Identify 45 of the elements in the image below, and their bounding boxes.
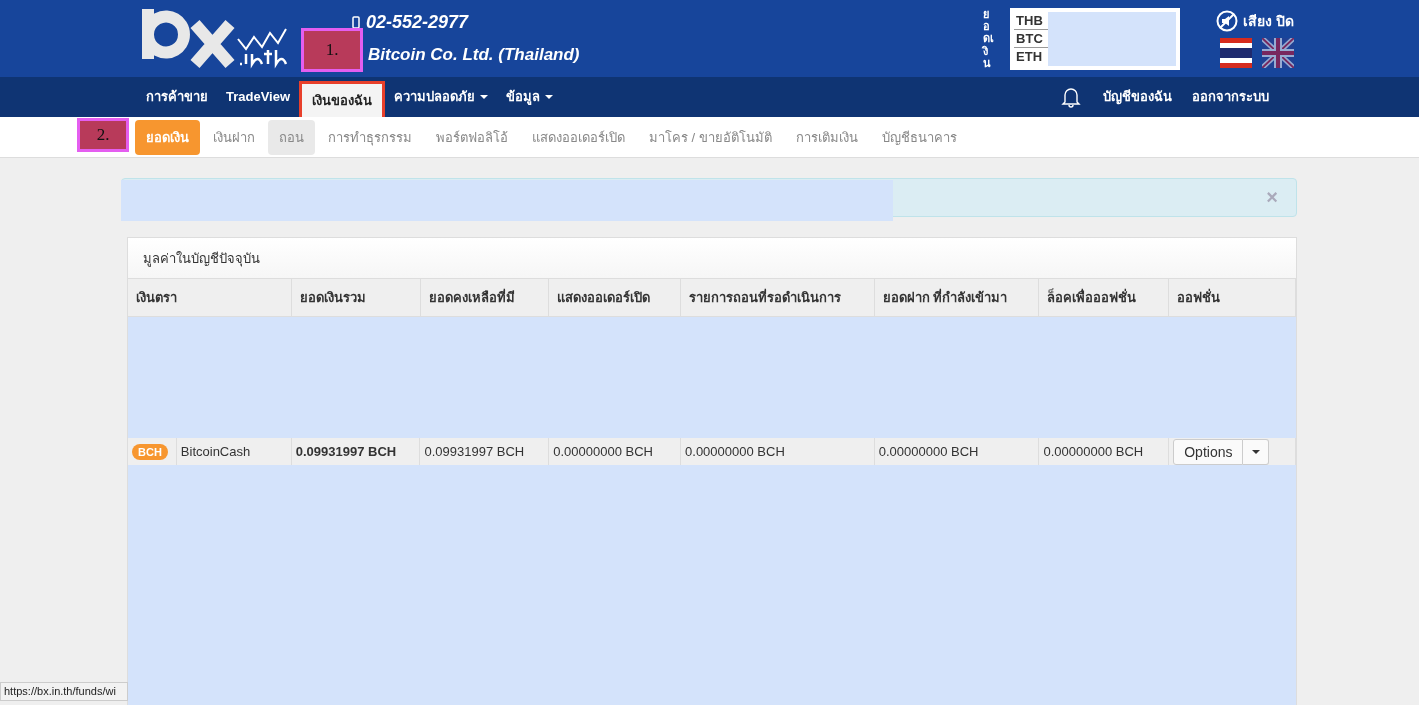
subnav-pill[interactable]: การเติมเงิน (784, 119, 869, 155)
column-header: ออฟชั่น (1169, 279, 1296, 316)
thai-flag-icon[interactable] (1220, 37, 1252, 68)
column-header: ยอดคงเหลือที่มี (420, 279, 550, 316)
sound-toggle[interactable]: เสียง ปิด (1216, 9, 1294, 32)
nav-tab[interactable]: ความปลอดภัย (385, 77, 498, 117)
annotation-marker: 1. (301, 28, 363, 72)
subnav-pill[interactable]: บัญชีธนาคาร (870, 119, 968, 155)
nav-tab[interactable]: การค้าขาย (137, 77, 217, 117)
nav-link[interactable]: บัญชีของฉัน (1093, 77, 1182, 117)
caret-icon (480, 95, 489, 99)
balance-label: ยอดเงิน (983, 8, 995, 69)
caret-icon (1251, 449, 1260, 454)
subnav-pill[interactable]: แสดงออเดอร์เปิด (521, 119, 636, 155)
status-bar-url: https://bx.in.th/funds/wi (0, 682, 128, 701)
column-header: แสดงออเดอร์เปิด (549, 279, 682, 316)
dropdown-toggle[interactable] (1243, 438, 1270, 465)
phone-number: 02-552-2977 (366, 12, 469, 33)
uk-flag-icon[interactable] (1262, 37, 1294, 68)
nav-tab[interactable]: เงินของฉัน (299, 81, 386, 117)
panel-title: มูลค่าในบัญชีปัจจุบัน (143, 249, 260, 269)
column-header: ยอดฝาก ที่กำลังเข้ามา (874, 279, 1040, 316)
caret-icon (545, 95, 554, 99)
currency-badge: BCH (132, 443, 168, 460)
company-name: Bitcoin Co. Ltd. (Thailand) (367, 45, 580, 65)
close-button[interactable]: × (1266, 186, 1278, 209)
phone-icon (352, 16, 360, 29)
bell-icon[interactable] (1061, 86, 1081, 108)
subnav-pill[interactable]: มาโคร / ขายอัติโนมัติ (638, 119, 783, 155)
mute-icon (1216, 9, 1239, 32)
nav-link[interactable]: ออกจากระบบ (1182, 77, 1279, 117)
subnav-pill[interactable]: พอร์ตฟอลิโอ้ (425, 119, 519, 155)
subnav-pill[interactable]: ถอน (268, 119, 315, 155)
annotation-marker: 2. (77, 118, 129, 152)
nav-tab[interactable]: TradeView (217, 77, 300, 117)
column-header: ยอดเงินรวม (291, 279, 421, 316)
column-header: เงินตรา (128, 279, 292, 316)
subnav-pill[interactable]: เงินฝาก (202, 119, 266, 155)
column-header: ล็อคเพื่อออฟชั่น (1039, 279, 1170, 316)
nav-tab[interactable]: ข้อมูล (497, 77, 563, 117)
subnav-pill[interactable]: ยอดเงิน (135, 119, 200, 155)
subnav-pill[interactable]: การทำธุรกรรม (317, 119, 423, 155)
currency-label: ETH (1015, 48, 1044, 66)
column-header: รายการถอนที่รอดำเนินการ (681, 279, 875, 316)
options-button[interactable]: Options (1173, 438, 1244, 465)
